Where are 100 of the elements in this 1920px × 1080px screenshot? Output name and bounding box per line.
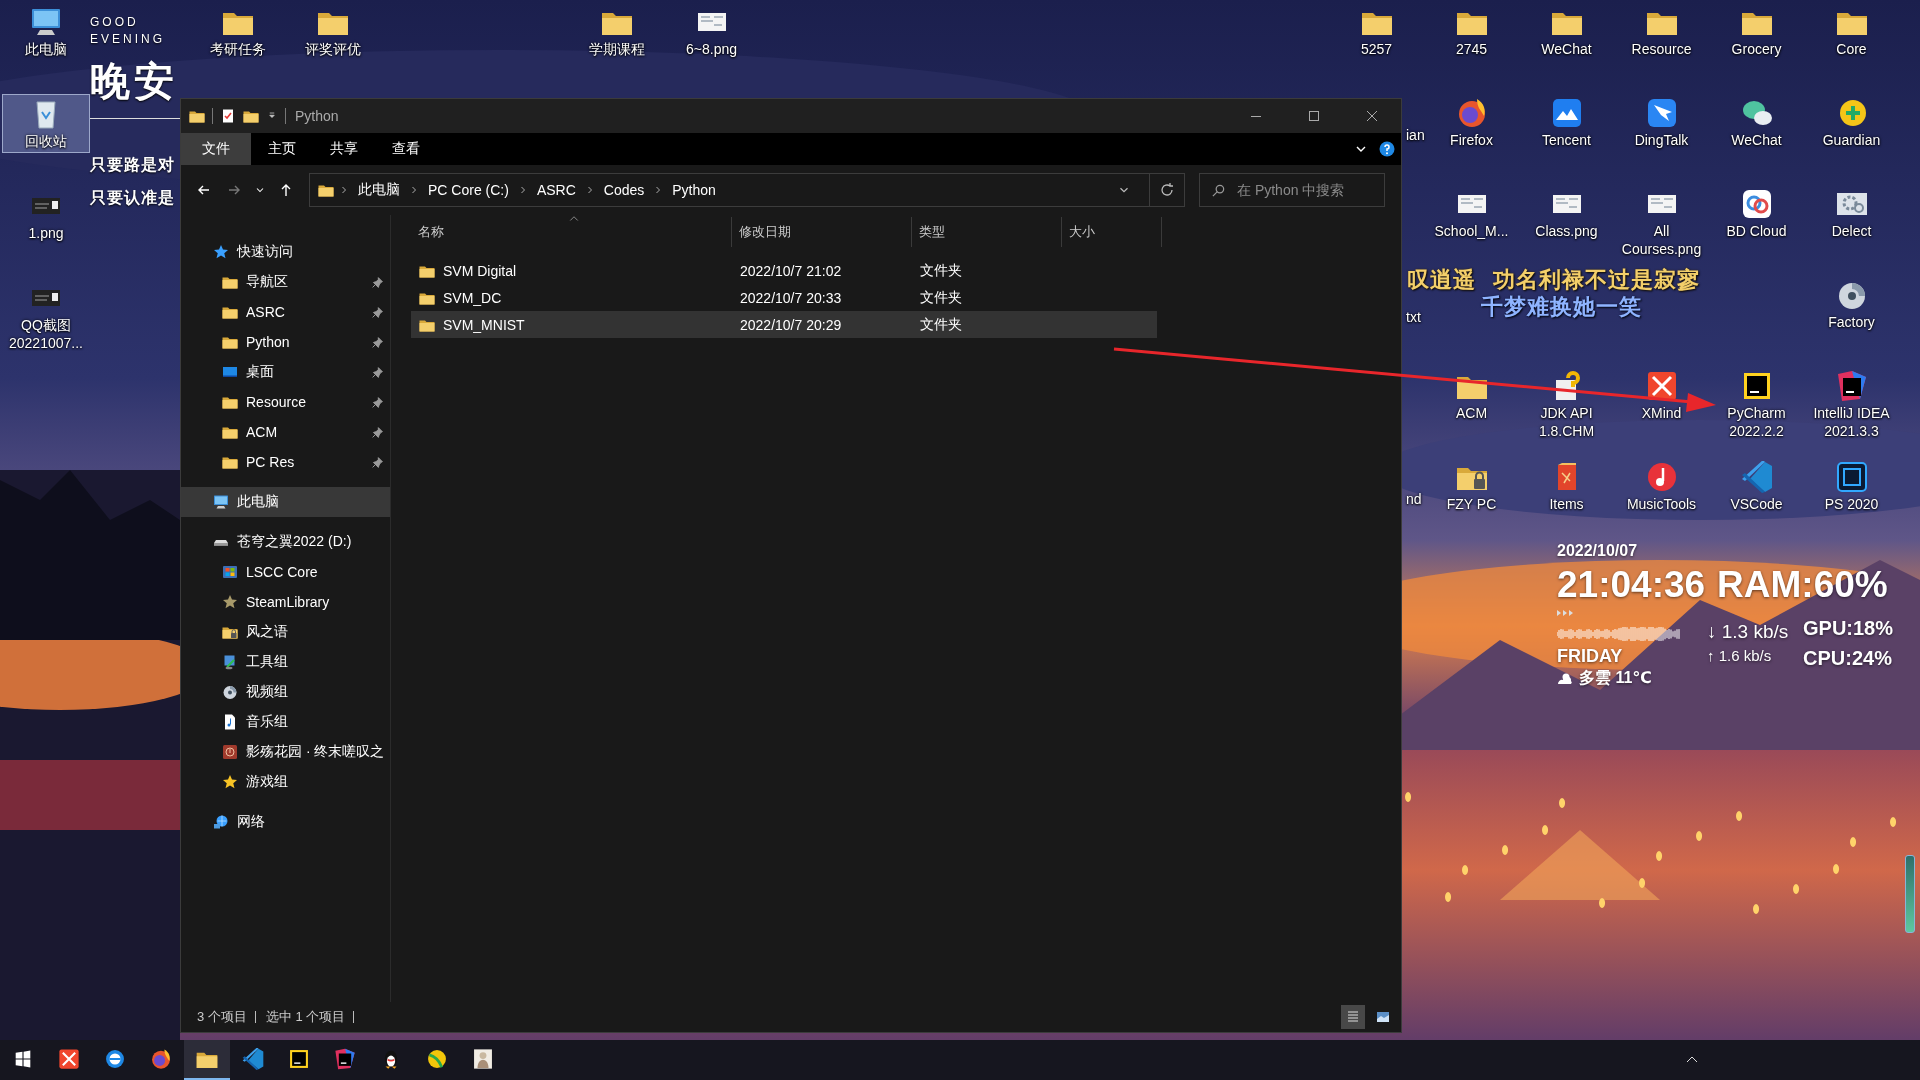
greeting-heading: EVENING — [90, 31, 165, 48]
desktop-shortcut[interactable]: Items — [1520, 457, 1613, 516]
desktop-shortcut[interactable]: PyCharm 2022.2.2 — [1710, 366, 1803, 443]
nav-item[interactable]: ASRC — [181, 297, 390, 327]
nav-item[interactable]: 影殇花园 · 终末嗟叹之 — [181, 737, 390, 767]
nav-item[interactable]: 导航区 — [181, 267, 390, 297]
column-header[interactable]: 大小 — [1062, 217, 1162, 247]
desktop-shortcut[interactable]: WeChat — [1520, 2, 1613, 61]
breadcrumb-item[interactable]: Python — [668, 182, 720, 198]
breadcrumb-item[interactable]: Codes — [599, 182, 649, 198]
nav-label: 快速访问 — [237, 243, 293, 261]
desktop-shortcut[interactable]: JDK API 1.8.CHM — [1520, 366, 1613, 443]
greeting-heading: GOOD — [90, 14, 139, 31]
nav-label: 音乐组 — [246, 713, 288, 731]
desktop-shortcut[interactable]: 考研任务 — [191, 2, 284, 61]
desktop-shortcut[interactable]: WeChat — [1710, 93, 1803, 152]
nav-item[interactable]: PC Res — [181, 447, 390, 477]
nav-item[interactable]: 视频组 — [181, 677, 390, 707]
desktop-shortcut[interactable]: PS 2020 — [1805, 457, 1898, 516]
desktop-shortcut[interactable]: 6~8.png — [665, 2, 758, 61]
desktop-shortcut[interactable]: 回收站 — [2, 94, 90, 153]
nav-item[interactable]: 风之语 — [181, 617, 390, 647]
breadcrumb-item[interactable]: 此电脑 — [354, 181, 404, 199]
nav-item[interactable]: ACM — [181, 417, 390, 447]
taskbar-button[interactable] — [184, 1040, 230, 1080]
nav-item[interactable]: SteamLibrary — [181, 587, 390, 617]
nav-label: 苍穹之翼2022 (D:) — [237, 533, 352, 551]
desktop-shortcut[interactable]: nd — [1405, 489, 1423, 509]
desktop-shortcut[interactable]: Delect — [1805, 184, 1898, 243]
network-icon — [213, 814, 229, 830]
wing-app-icon — [1645, 97, 1678, 129]
nav-item[interactable]: 快速访问 — [181, 237, 390, 267]
address-bar[interactable]: 此电脑 PC Core (C:) ASRC Codes Python — [309, 173, 1185, 207]
file-type: 文件夹 — [919, 288, 963, 307]
desktop-shortcut[interactable]: txt — [1405, 307, 1422, 327]
properties-icon[interactable] — [220, 108, 236, 124]
desktop-shortcut[interactable]: 学期课程 — [570, 2, 663, 61]
desktop-shortcut[interactable]: 此电脑 — [2, 2, 90, 61]
file-name: SVM Digital — [443, 262, 517, 279]
nav-item[interactable]: 桌面 — [181, 357, 390, 387]
download-speed: ↓ 1.3 kb/s — [1707, 620, 1789, 644]
globe-icon — [104, 1048, 126, 1070]
star-icon — [213, 244, 229, 260]
calligraphy-line: 千梦难换她一笑 — [1481, 293, 1642, 320]
nav-item[interactable]: 音乐组 — [181, 707, 390, 737]
nav-label: PC Res — [246, 454, 295, 470]
desktop-shortcut[interactable]: BD Cloud — [1710, 184, 1803, 243]
disc-icon — [222, 684, 238, 700]
nav-item[interactable]: Resource — [181, 387, 390, 417]
nav-item[interactable]: 此电脑 — [181, 487, 390, 517]
column-header[interactable]: 类型 — [912, 217, 1062, 247]
desktop-shortcut[interactable]: 2745 — [1425, 2, 1518, 61]
close-icon — [1364, 108, 1380, 124]
file-row[interactable]: SVM_MNIST 2022/10/7 20:29 文件夹 — [411, 311, 1157, 338]
ribbon-tab[interactable]: 主页 — [251, 133, 313, 165]
desktop-shortcut[interactable]: All Courses.png — [1615, 184, 1708, 261]
desktop-shortcut[interactable]: Core — [1805, 2, 1898, 61]
ribbon-tab[interactable]: 文件 — [181, 133, 251, 165]
ribbon-tab[interactable]: 共享 — [313, 133, 375, 165]
nav-item[interactable]: 游戏组 — [181, 767, 390, 797]
desktop-shortcut[interactable]: Tencent — [1520, 93, 1613, 152]
desktop-shortcut[interactable]: School_M... — [1425, 184, 1518, 243]
desktop-shortcut[interactable]: IntelliJ IDEA 2021.3.3 — [1805, 366, 1898, 443]
desktop-shortcut[interactable]: Guardian — [1805, 93, 1898, 152]
desktop-shortcut[interactable]: ACM — [1425, 366, 1518, 425]
breadcrumb-item[interactable]: PC Core (C:) — [424, 182, 513, 198]
desktop-shortcut[interactable]: VSCode — [1710, 457, 1803, 516]
nav-item[interactable]: LSCC Core — [181, 557, 390, 587]
desktop-shortcut[interactable]: Grocery — [1710, 2, 1803, 61]
ribbon-tab[interactable]: 查看 — [375, 133, 437, 165]
desktop-shortcut[interactable]: 评奖评优 — [286, 2, 379, 61]
nav-label: SteamLibrary — [246, 594, 330, 610]
desktop-shortcut[interactable]: DingTalk — [1615, 93, 1708, 152]
breadcrumb-item[interactable]: ASRC — [532, 182, 580, 198]
search-field[interactable]: 在 Python 中搜索 — [1199, 173, 1385, 207]
desktop-shortcut[interactable]: Class.png — [1520, 184, 1613, 243]
file-type: 文件夹 — [919, 315, 963, 334]
desktop-shortcut[interactable]: 5257 — [1330, 2, 1423, 61]
desktop-shortcut[interactable]: QQ截图20221007... — [2, 278, 90, 355]
refresh-icon[interactable] — [1159, 182, 1175, 198]
desktop-shortcut[interactable]: Resource — [1615, 2, 1708, 61]
desktop-shortcut[interactable]: MusicTools — [1615, 457, 1708, 516]
code-editor-icon — [1740, 461, 1773, 493]
nav-label: LSCC Core — [246, 564, 318, 580]
nav-item[interactable]: 工具组 — [181, 647, 390, 677]
column-header[interactable]: 修改日期 — [732, 217, 912, 247]
desktop-shortcut[interactable]: 1.png — [2, 186, 90, 245]
nav-item[interactable]: 苍穹之翼2022 (D:) — [181, 527, 390, 557]
cloud-app-icon — [1740, 188, 1773, 220]
desktop-shortcut[interactable]: ian — [1405, 125, 1426, 145]
desktop-shortcut[interactable]: Firefox — [1425, 93, 1518, 152]
nav-item[interactable]: 网络 — [181, 807, 390, 837]
file-row[interactable]: SVM_DC 2022/10/7 20:33 文件夹 — [411, 284, 1157, 311]
help-icon[interactable] — [1379, 141, 1395, 157]
nav-item[interactable]: Python — [181, 327, 390, 357]
file-row[interactable]: SVM Digital 2022/10/7 21:02 文件夹 — [411, 257, 1157, 284]
column-header[interactable]: 名称 — [411, 217, 732, 247]
desktop-shortcut[interactable]: FZY PC — [1425, 457, 1518, 516]
desktop-shortcut[interactable]: XMind — [1615, 366, 1708, 425]
desktop-shortcut[interactable]: Factory — [1805, 275, 1898, 334]
